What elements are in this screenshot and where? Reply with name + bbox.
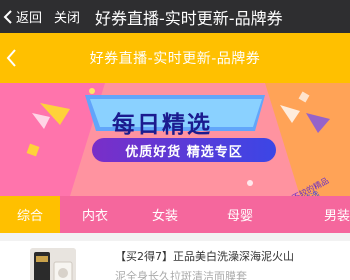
tab-mens[interactable]: 男装 (280, 196, 350, 233)
page-title: 好券直播-实时更新-品牌券 (89, 51, 261, 67)
close-button[interactable]: 关闭 (54, 7, 80, 26)
promo-banner[interactable]: 每日精选 优质好货 精选专区 品牌信誉不较的精品 精选 (0, 83, 350, 196)
tab-baby[interactable]: 母婴 (200, 196, 280, 233)
section-divider (0, 233, 350, 241)
tab-underwear[interactable]: 内衣 (60, 196, 130, 233)
banner-subline: 优质好货 精选专区 (125, 145, 243, 160)
category-tabs: 综合 内衣 女装 母婴 男装 (0, 196, 350, 233)
back-button[interactable]: 返回 (0, 0, 42, 33)
banner-headline: 每日精选 (112, 112, 212, 138)
webview-titlebar: 返回 关闭 好券直播-实时更新-品牌券 (0, 0, 350, 33)
page-header: 好券直播-实时更新-品牌券 (0, 33, 350, 83)
tab-all[interactable]: 综合 (0, 196, 60, 233)
product-item[interactable]: 【买2得7】正品美白洗澡深海泥火山 泥全身长久拉斑清洁面膜套 (0, 241, 350, 280)
product-thumbnail[interactable] (30, 248, 76, 280)
back-label: 返回 (16, 11, 43, 26)
tab-womens[interactable]: 女装 (130, 196, 200, 233)
product-title: 【买2得7】正品美白洗澡深海泥火山 (115, 250, 294, 263)
chevron-left-icon (3, 9, 12, 24)
product-image (30, 248, 76, 280)
product-description: 泥全身长久拉斑清洁面膜套 (115, 270, 247, 280)
window-title: 好券直播-实时更新-品牌券 (95, 8, 283, 28)
